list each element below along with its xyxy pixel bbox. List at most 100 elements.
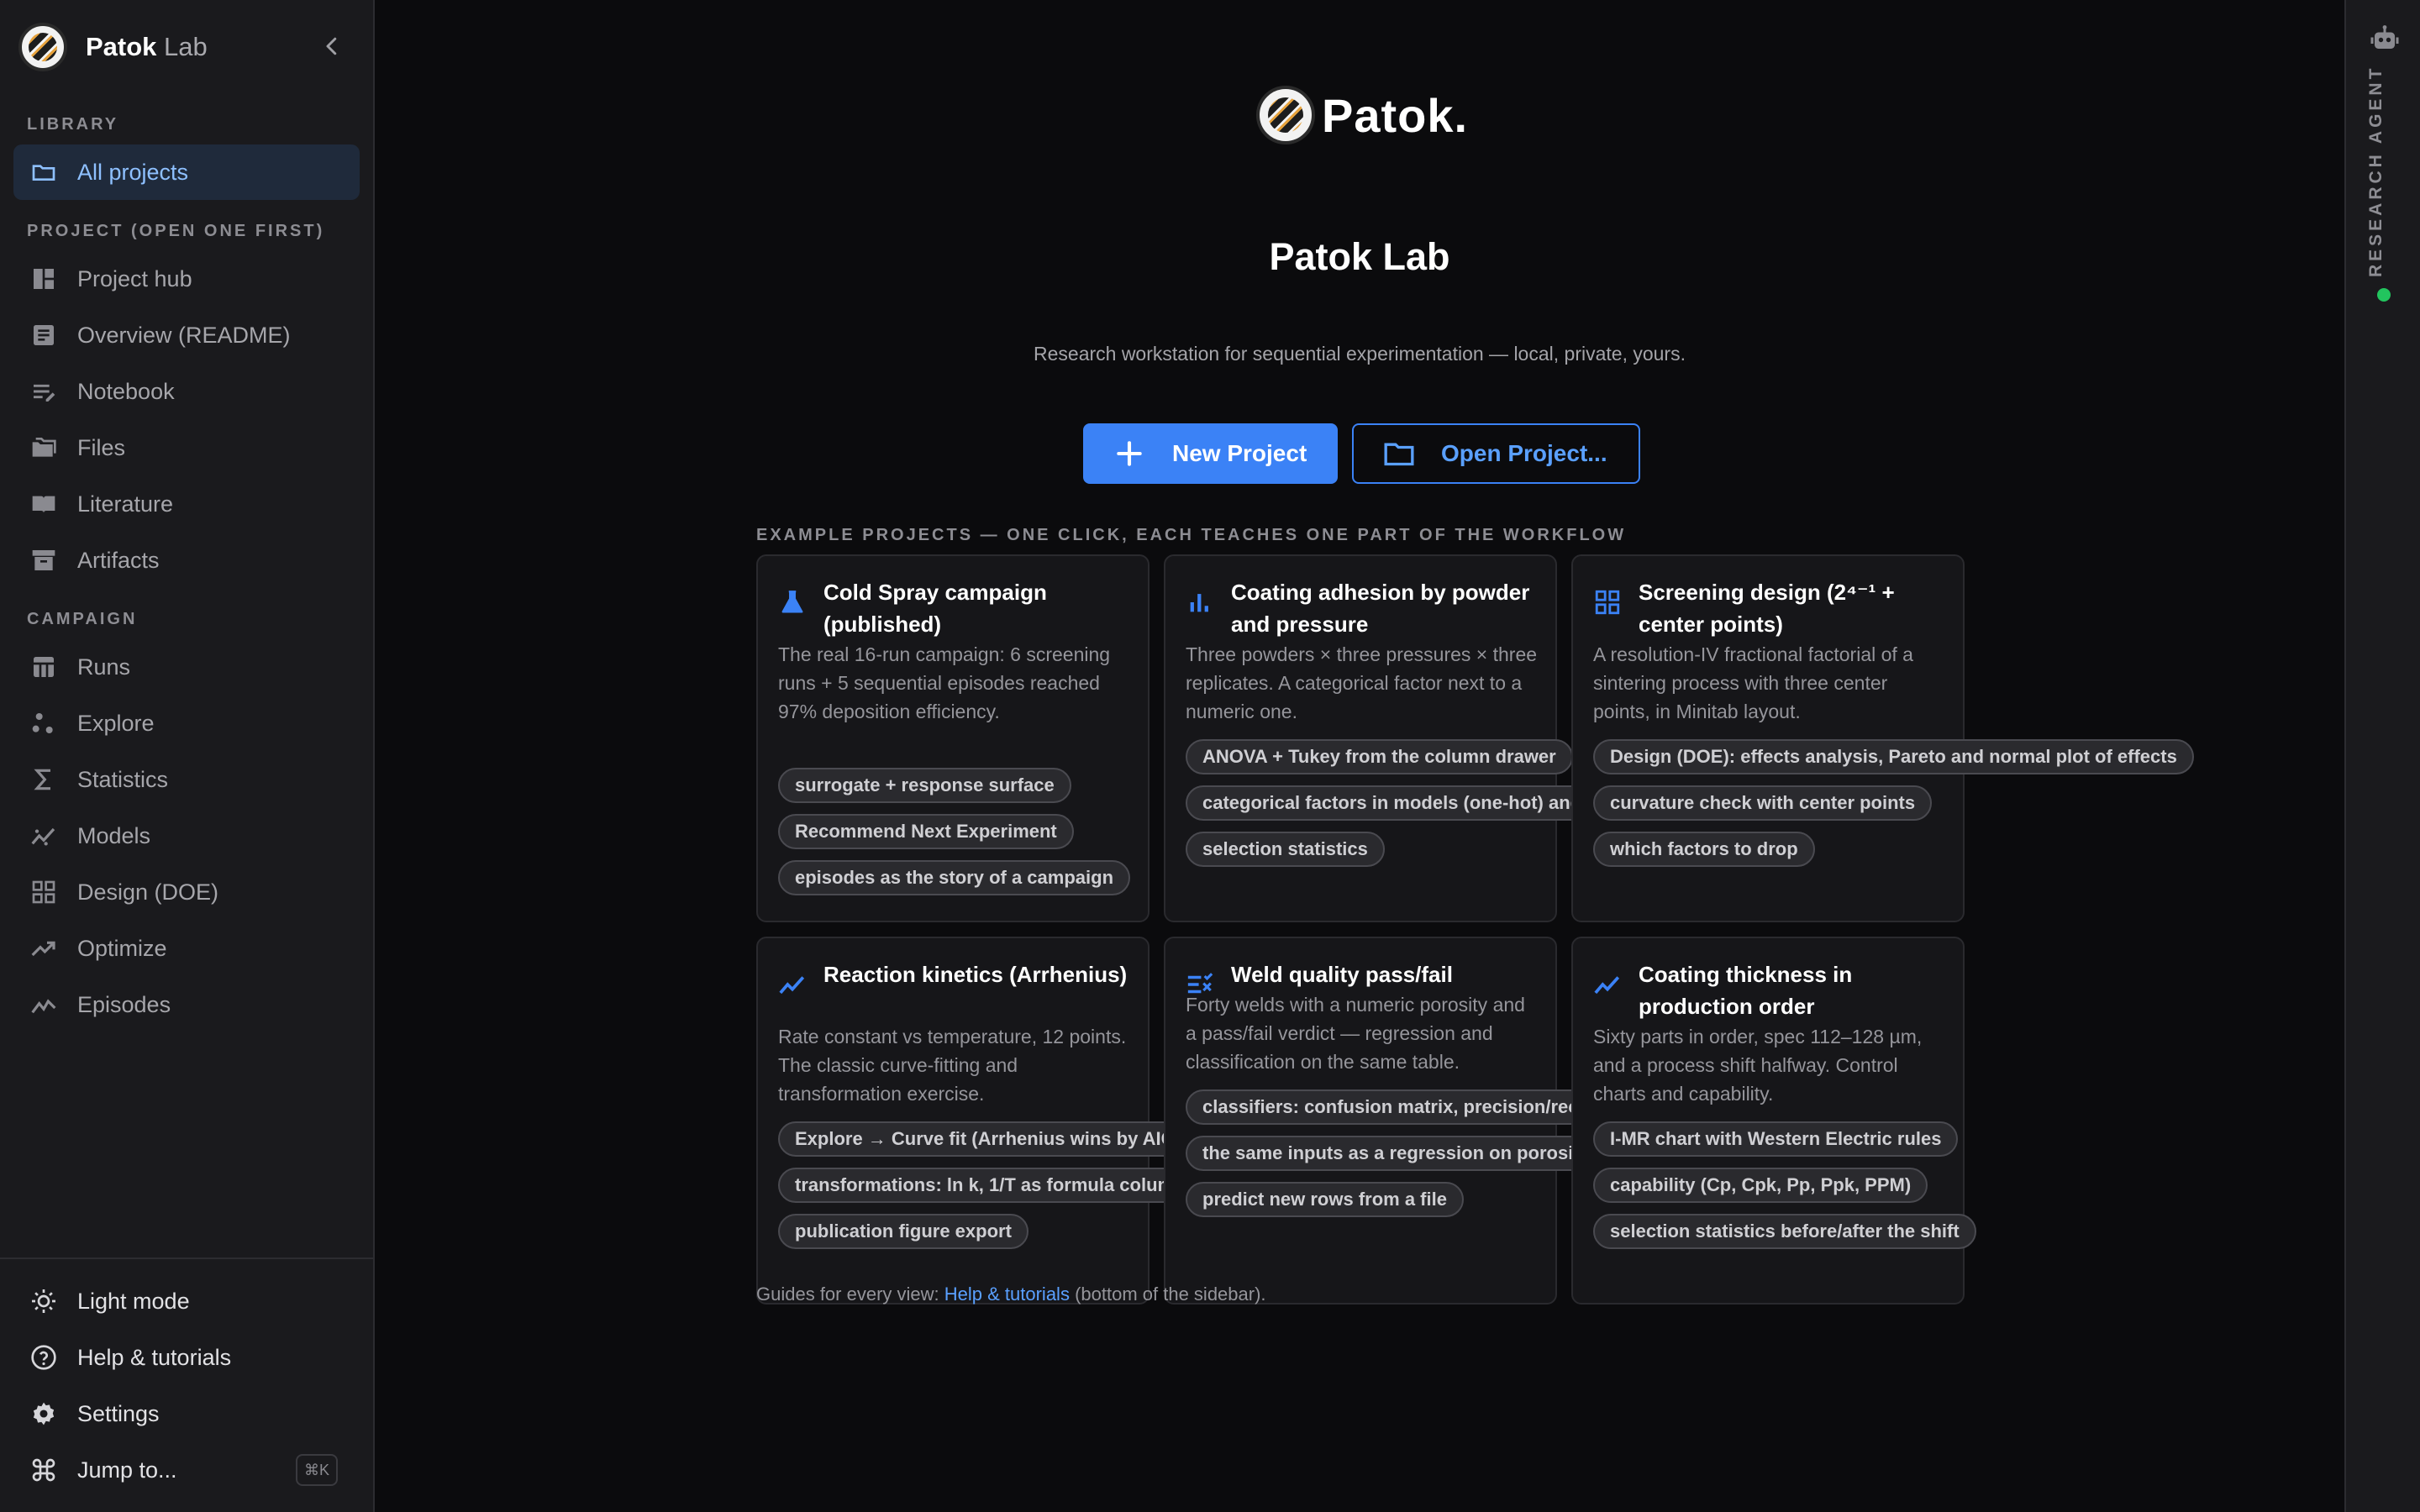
page-subtitle: Research workstation for sequential expe… xyxy=(1034,343,1686,365)
example-card-screening-design[interactable]: Screening design (2⁴⁻¹ + center points) … xyxy=(1571,554,2194,922)
grid-icon xyxy=(1593,588,1622,617)
gear-icon xyxy=(30,1400,57,1427)
guides-note: Guides for every view: Help & tutorials … xyxy=(756,1284,1266,1305)
sidebar-item-all-projects[interactable]: All projects xyxy=(13,144,360,200)
card-description: Rate constant vs temperature, 12 points.… xyxy=(778,1026,1127,1105)
scatter-icon xyxy=(30,710,57,737)
sidebar-item-optimize[interactable]: Optimize xyxy=(13,921,360,976)
card-description: Sixty parts in order, spec 112–128 µm, a… xyxy=(1593,1026,1923,1105)
jump-to-button[interactable]: Jump to... ⌘K xyxy=(13,1442,360,1498)
settings-link[interactable]: Settings xyxy=(13,1386,360,1441)
sidebar-item-project-hub[interactable]: Project hub xyxy=(13,251,360,307)
patok-logo-icon xyxy=(18,23,67,71)
sidebar: Patok Lab LIBRARY All projects PROJECT (… xyxy=(0,0,375,1512)
card-description: Three powders × three pressures × three … xyxy=(1186,643,1538,722)
card-tag: curvature check with center points xyxy=(1593,785,1933,821)
library-section-label: LIBRARY xyxy=(27,115,119,134)
open-project-button[interactable]: Open Project... xyxy=(1352,423,1640,484)
sidebar-item-files[interactable]: Files xyxy=(13,420,360,475)
sidebar-item-overview[interactable]: Overview (README) xyxy=(13,307,360,363)
command-icon xyxy=(30,1457,57,1483)
sidebar-item-notebook[interactable]: Notebook xyxy=(13,364,360,419)
card-tag: selection statistics before/after the sh… xyxy=(1593,1214,1976,1249)
hero-logo-word: Patok. xyxy=(1322,88,1469,142)
files-icon xyxy=(30,434,57,461)
card-tag: Design (DOE): effects analysis, Pareto a… xyxy=(1593,739,2194,774)
line-chart-icon xyxy=(30,991,57,1018)
card-description: The real 16-run campaign: 6 screening ru… xyxy=(778,643,1111,722)
brand-name-light: Lab xyxy=(164,32,208,61)
project-section-label: PROJECT (OPEN ONE FIRST) xyxy=(27,222,325,240)
sidebar-item-runs[interactable]: Runs xyxy=(13,639,360,695)
sidebar-item-label: All projects xyxy=(77,159,189,185)
brand[interactable]: Patok Lab xyxy=(18,22,208,72)
sidebar-item-label: Artifacts xyxy=(77,547,160,573)
sidebar-item-label: Statistics xyxy=(77,766,169,792)
example-card-weld-quality[interactable]: Weld quality pass/fail Forty welds with … xyxy=(1164,937,1616,1305)
card-tag: categorical factors in models (one-hot) … xyxy=(1186,785,1599,821)
card-title: Coating thickness in production order xyxy=(1639,962,1853,1019)
new-project-button[interactable]: New Project xyxy=(1083,423,1338,484)
trend-icon xyxy=(30,935,57,962)
plus-icon xyxy=(1113,437,1147,470)
help-tutorials-link[interactable]: Help & tutorials xyxy=(13,1330,360,1385)
grid-icon xyxy=(30,879,57,906)
sidebar-item-literature[interactable]: Literature xyxy=(13,476,360,532)
card-tag: I-MR chart with Western Electric rules xyxy=(1593,1121,1959,1157)
bar-chart-icon xyxy=(1186,588,1214,617)
card-title: Reaction kinetics (Arrhenius) xyxy=(823,962,1128,987)
hero-logo: Patok. xyxy=(1256,86,1468,144)
settings-label: Settings xyxy=(77,1400,160,1426)
sidebar-item-models[interactable]: Models xyxy=(13,808,360,864)
folder-icon xyxy=(30,159,57,186)
card-tag: which factors to drop xyxy=(1593,832,1815,867)
card-title: Screening design (2⁴⁻¹ + center points) xyxy=(1639,580,1895,637)
sidebar-item-label: Overview (README) xyxy=(77,322,291,348)
light-mode-toggle[interactable]: Light mode xyxy=(13,1273,360,1329)
sidebar-item-label: Runs xyxy=(77,654,131,680)
notebook-icon xyxy=(30,378,57,405)
card-tag: transformations: ln k, 1/T as formula co… xyxy=(778,1168,1213,1203)
shortcut-badge: ⌘K xyxy=(296,1454,338,1486)
sidebar-item-label: Notebook xyxy=(77,378,175,404)
sidebar-item-label: Files xyxy=(77,434,126,460)
new-project-label: New Project xyxy=(1172,440,1307,466)
sidebar-item-design-doe[interactable]: Design (DOE) xyxy=(13,864,360,920)
sidebar-item-episodes[interactable]: Episodes xyxy=(13,977,360,1032)
sidebar-item-artifacts[interactable]: Artifacts xyxy=(13,533,360,588)
dashboard-icon xyxy=(30,265,57,292)
sidebar-item-explore[interactable]: Explore xyxy=(13,696,360,751)
card-tag: the same inputs as a regression on poros… xyxy=(1186,1136,1607,1171)
card-tag: ANOVA + Tukey from the column drawer xyxy=(1186,739,1573,774)
sidebar-bottom xyxy=(0,1257,373,1259)
agent-status-dot xyxy=(2377,288,2391,302)
card-tag: classifiers: confusion matrix, precision… xyxy=(1186,1089,1616,1125)
patok-logo-icon xyxy=(1256,86,1315,144)
help-tutorials-label: Help & tutorials xyxy=(77,1344,232,1370)
card-description: A resolution-IV fractional factorial of … xyxy=(1593,643,1913,722)
document-icon xyxy=(30,322,57,349)
collapse-sidebar-icon[interactable] xyxy=(319,34,345,59)
example-card-cold-spray[interactable]: Cold Spray campaign (published) The real… xyxy=(756,554,1150,922)
research-agent-rail[interactable]: RESEARCH AGENT xyxy=(2344,0,2420,1512)
card-title: Cold Spray campaign (published) xyxy=(823,580,1047,637)
card-description: Forty welds with a numeric porosity and … xyxy=(1186,994,1525,1073)
model-icon xyxy=(30,822,57,849)
sigma-icon xyxy=(30,766,57,793)
card-tag: selection statistics xyxy=(1186,832,1385,867)
page-title: Patok Lab xyxy=(1269,235,1450,278)
sidebar-item-statistics[interactable]: Statistics xyxy=(13,752,360,807)
help-tutorials-inline-link[interactable]: Help & tutorials xyxy=(944,1284,1070,1305)
open-project-label: Open Project... xyxy=(1441,440,1607,466)
sidebar-item-label: Project hub xyxy=(77,265,192,291)
table-icon xyxy=(30,654,57,680)
brand-name-bold: Patok xyxy=(86,32,157,61)
trend-icon xyxy=(778,970,807,999)
sidebar-item-label: Literature xyxy=(77,491,174,517)
example-card-coating-adhesion[interactable]: Coating adhesion by powder and pressure … xyxy=(1164,554,1599,922)
sidebar-item-label: Models xyxy=(77,822,151,848)
card-tag: episodes as the story of a campaign xyxy=(778,860,1131,895)
book-icon xyxy=(30,491,57,517)
example-card-coating-thickness[interactable]: Coating thickness in production order Si… xyxy=(1571,937,1976,1305)
example-card-reaction-kinetics[interactable]: Reaction kinetics (Arrhenius) Rate const… xyxy=(756,937,1213,1305)
